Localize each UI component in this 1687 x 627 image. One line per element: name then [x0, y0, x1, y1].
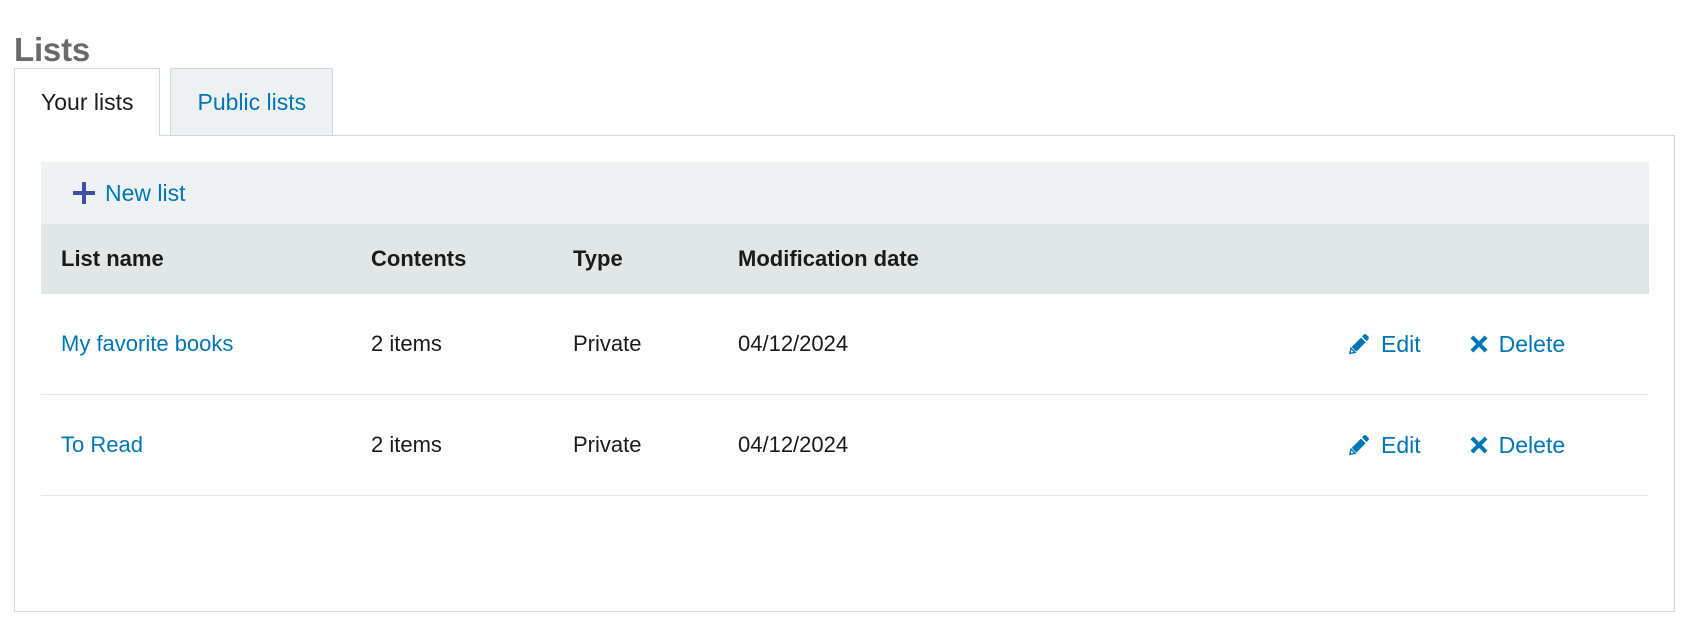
- edit-button-label: Edit: [1381, 431, 1421, 458]
- new-list-button-label: New list: [105, 179, 186, 206]
- actions-cell: Edit Delete: [1083, 331, 1649, 358]
- type-cell: Private: [573, 432, 642, 457]
- plus-icon: [73, 182, 95, 204]
- contents-cell: 2 items: [371, 432, 442, 457]
- modification-date-cell: 04/12/2024: [738, 432, 849, 457]
- tab-your-lists[interactable]: Your lists: [14, 68, 161, 137]
- list-name-link[interactable]: To Read: [61, 432, 143, 457]
- column-header-modification-date: Modification date: [738, 246, 919, 271]
- column-header-list-name: List name: [61, 246, 164, 271]
- contents-cell: 2 items: [371, 331, 442, 356]
- new-list-button[interactable]: New list: [73, 180, 186, 207]
- edit-button-label: Edit: [1381, 330, 1421, 357]
- close-icon: [1469, 334, 1489, 354]
- table-header-row: List name Contents Type Modification dat…: [41, 224, 1649, 294]
- close-icon: [1469, 435, 1489, 455]
- edit-button[interactable]: Edit: [1347, 432, 1421, 459]
- tab-your-lists-label: Your lists: [41, 89, 134, 115]
- pencil-icon: [1348, 435, 1369, 456]
- modification-date-cell: 04/12/2024: [738, 331, 849, 356]
- edit-button[interactable]: Edit: [1347, 331, 1421, 358]
- column-header-contents: Contents: [371, 246, 467, 271]
- tab-bar: Your lists Public lists: [14, 68, 343, 137]
- lists-table: List name Contents Type Modification dat…: [41, 224, 1649, 496]
- tab-public-lists-label: Public lists: [197, 88, 307, 115]
- column-header-type: Type: [573, 246, 623, 271]
- list-name-cell: To Read: [41, 432, 371, 458]
- lists-panel: New list List name Contents Type Modific…: [14, 135, 1675, 612]
- table-row: To Read 2 items Private 04/12/2024 Edit: [41, 395, 1649, 496]
- page-title: Lists: [14, 31, 91, 69]
- lists-toolbar: New list: [41, 162, 1649, 224]
- delete-button-label: Delete: [1498, 330, 1566, 357]
- type-cell: Private: [573, 331, 642, 356]
- list-name-cell: My favorite books: [41, 331, 371, 357]
- actions-cell: Edit Delete: [1083, 432, 1649, 459]
- table-row: My favorite books 2 items Private 04/12/…: [41, 294, 1649, 395]
- delete-button-label: Delete: [1498, 431, 1566, 458]
- lists-page: Lists Your lists Public lists New list L…: [0, 0, 1687, 627]
- pencil-icon: [1348, 334, 1369, 355]
- list-name-link[interactable]: My favorite books: [61, 331, 233, 356]
- delete-button[interactable]: Delete: [1469, 432, 1565, 459]
- delete-button[interactable]: Delete: [1469, 331, 1565, 358]
- tab-public-lists[interactable]: Public lists: [170, 68, 334, 136]
